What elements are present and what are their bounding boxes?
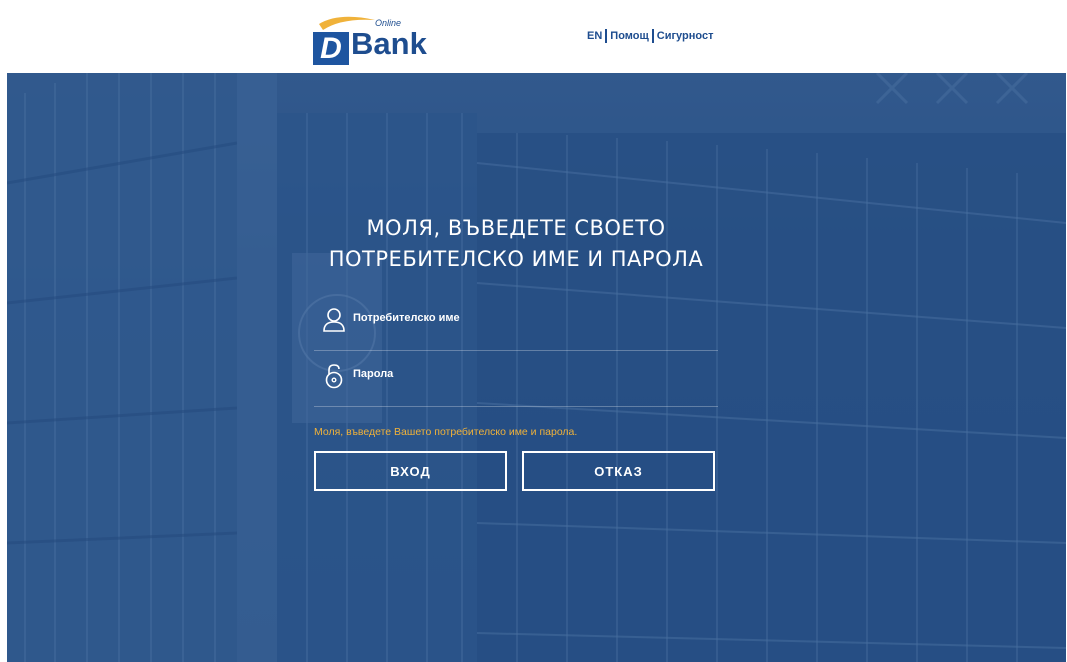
logo-letter: D	[313, 32, 349, 65]
login-title-line2: ПОТРЕБИТЕЛСКО ИМЕ И ПАРОЛА	[328, 247, 704, 271]
cancel-button[interactable]: ОТКАЗ	[522, 451, 715, 491]
nav-separator	[605, 29, 608, 43]
page-header: D Online Bank EN Помощ Сигурност	[0, 0, 1067, 73]
nav-separator	[651, 29, 654, 43]
nav-language-link[interactable]: EN	[587, 30, 602, 42]
dbank-logo[interactable]: D Online Bank	[313, 10, 428, 65]
logo-name: Bank	[351, 26, 427, 61]
login-button[interactable]: ВХОД	[314, 451, 507, 491]
hero-background: МОЛЯ, ВЪВЕДЕТЕ СВОЕТО ПОТРЕБИТЕЛСКО ИМЕ …	[7, 73, 1066, 662]
nav-security-link[interactable]: Сигурност	[657, 30, 714, 42]
error-message: Моля, въведете Вашето потребителско име …	[314, 426, 578, 438]
unlock-icon	[325, 364, 343, 389]
login-title-line1: МОЛЯ, ВЪВЕДЕТЕ СВОЕТО	[366, 216, 666, 240]
top-nav: EN Помощ Сигурност	[587, 29, 713, 43]
nav-help-link[interactable]: Помощ	[610, 30, 648, 42]
user-icon	[323, 308, 345, 332]
password-label: Парола	[353, 368, 394, 380]
username-field[interactable]: Потребителско име	[314, 295, 718, 351]
password-field[interactable]: Парола	[314, 351, 718, 407]
login-form: МОЛЯ, ВЪВЕДЕТЕ СВОЕТО ПОТРЕБИТЕЛСКО ИМЕ …	[314, 213, 718, 491]
button-row: ВХОД ОТКАЗ	[314, 451, 718, 491]
login-title: МОЛЯ, ВЪВЕДЕТЕ СВОЕТО ПОТРЕБИТЕЛСКО ИМЕ …	[314, 213, 718, 275]
username-label: Потребителско име	[353, 312, 460, 324]
